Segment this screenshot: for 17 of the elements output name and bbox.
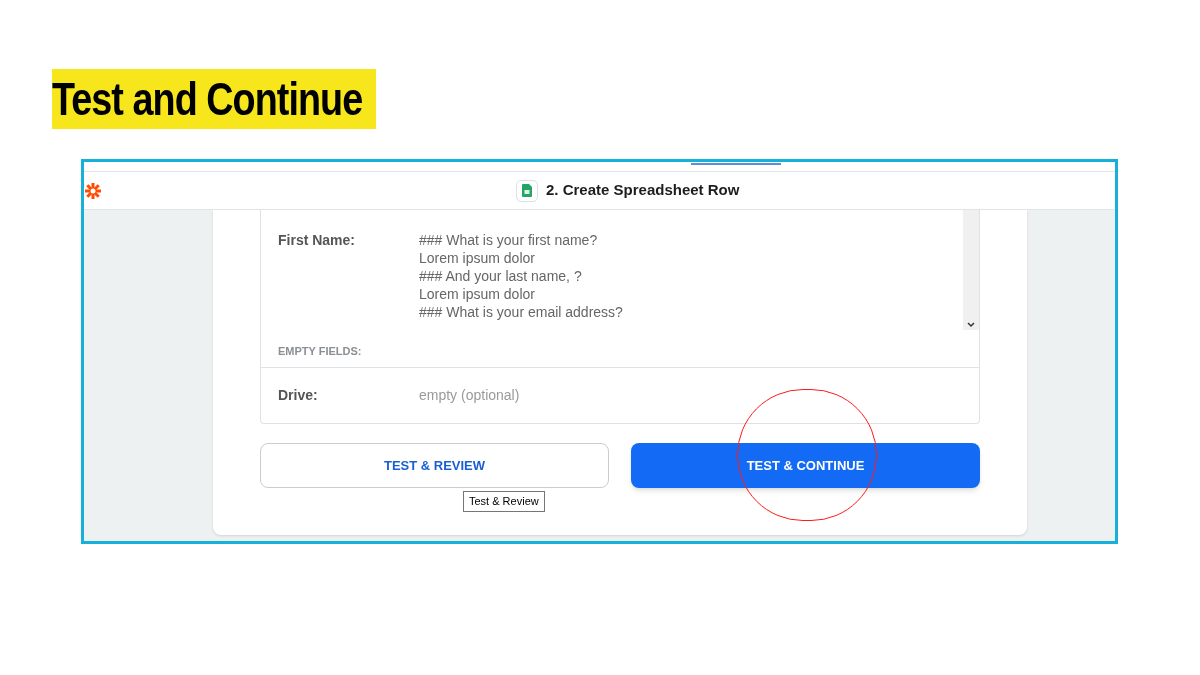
chevron-down-icon bbox=[967, 322, 975, 328]
section-heading: EMPTY FIELDS: bbox=[278, 344, 362, 357]
step-title: 2. Create Spreadsheet Row bbox=[546, 180, 740, 201]
field-label: First Name: bbox=[278, 231, 357, 250]
field-value-line: ### And your last name, ? bbox=[419, 267, 583, 285]
field-label: Drive: bbox=[278, 386, 319, 405]
continue-button[interactable]: TEST & CONTINUE bbox=[631, 443, 980, 488]
field-value-line: ### What is your email address? bbox=[419, 303, 623, 321]
slide-title: Test and Continue bbox=[52, 76, 363, 122]
field-value: empty (optional) bbox=[419, 386, 520, 405]
tooltip: Test & Review bbox=[463, 491, 545, 512]
field-value-line: Lorem ipsum dolor bbox=[419, 249, 536, 267]
sheets-icon bbox=[516, 179, 538, 202]
asterisk-logo-icon bbox=[84, 182, 102, 200]
review-button[interactable]: TEST & REVIEW bbox=[260, 443, 609, 488]
field-value-line: ### What is your first name? bbox=[419, 231, 599, 249]
field-value-line: Lorem ipsum dolor bbox=[419, 285, 536, 303]
